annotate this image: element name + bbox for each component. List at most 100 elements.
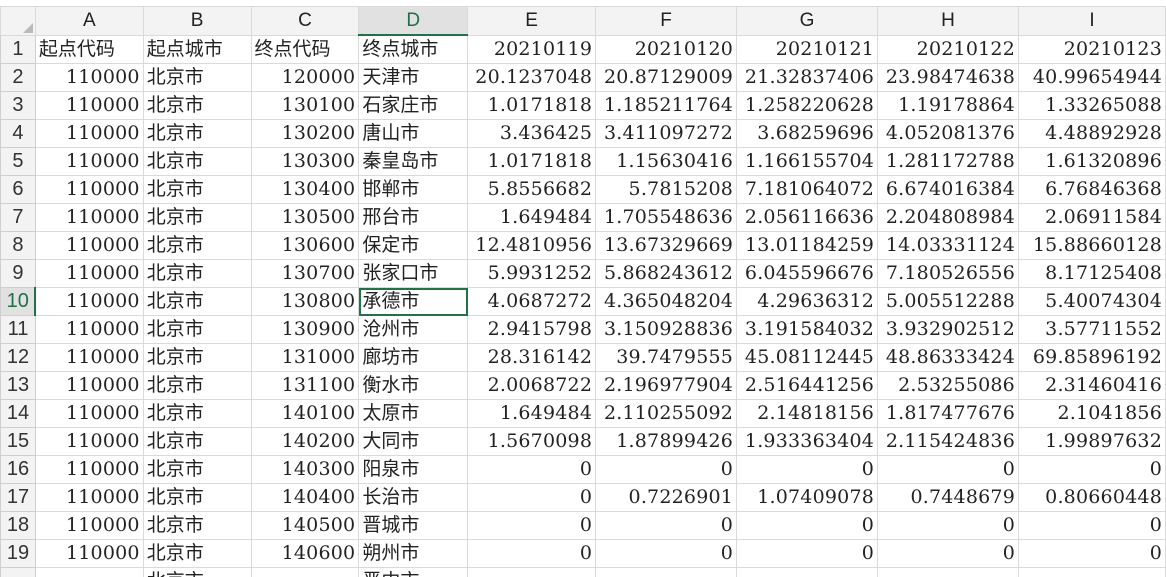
column-header-b[interactable]: B: [142, 6, 252, 36]
cell[interactable]: 北京市: [142, 567, 252, 577]
cell[interactable]: 天津市: [358, 63, 469, 92]
cell[interactable]: 120000: [250, 63, 360, 92]
row-header[interactable]: 11: [0, 315, 36, 344]
cell[interactable]: 起点城市: [142, 34, 252, 64]
cell[interactable]: 140500: [250, 511, 360, 540]
cell[interactable]: 4.48892928: [1017, 119, 1166, 148]
cell[interactable]: 40.99654944: [1017, 63, 1166, 92]
cell[interactable]: 4.052081376: [877, 119, 1019, 148]
cell[interactable]: 110000: [34, 343, 144, 372]
row-header[interactable]: 13: [0, 371, 36, 400]
cell[interactable]: 6.045596676: [736, 259, 879, 288]
column-header-i[interactable]: I: [1017, 6, 1166, 36]
cell[interactable]: 2.53255086: [877, 371, 1019, 400]
cell[interactable]: 20.87129009: [595, 63, 738, 92]
cell[interactable]: 1.99897632: [1017, 427, 1166, 456]
cell[interactable]: 130500: [250, 203, 360, 232]
row-header[interactable]: 14: [0, 399, 36, 428]
cell[interactable]: 0: [736, 511, 879, 540]
cell[interactable]: 北京市: [142, 231, 252, 260]
cell[interactable]: 140100: [250, 399, 360, 428]
cell[interactable]: 保定市: [358, 231, 469, 260]
cell[interactable]: 阳泉市: [358, 455, 469, 484]
cell[interactable]: 110000: [34, 399, 144, 428]
column-header-d[interactable]: D: [358, 6, 469, 36]
cell[interactable]: 北京市: [142, 287, 252, 316]
cell[interactable]: 终点代码: [250, 34, 360, 64]
cell[interactable]: 5.40074304: [1017, 287, 1166, 316]
cell[interactable]: 110000: [34, 91, 144, 120]
cell[interactable]: 20210121: [736, 34, 879, 64]
cell[interactable]: 131000: [250, 343, 360, 372]
cell[interactable]: 北京市: [142, 399, 252, 428]
cell[interactable]: 110000: [34, 147, 144, 176]
cell[interactable]: 1.185211764: [595, 91, 738, 120]
cell[interactable]: 20.1237048: [467, 63, 597, 92]
cell[interactable]: 2.110255092: [595, 399, 738, 428]
cell[interactable]: 2.115424836: [877, 427, 1019, 456]
cell[interactable]: 110000: [34, 371, 144, 400]
cell[interactable]: 0.80660448: [1017, 483, 1166, 512]
cell[interactable]: 1.258220628: [736, 91, 879, 120]
cell[interactable]: 140200: [250, 427, 360, 456]
cell[interactable]: 北京市: [142, 511, 252, 540]
cell[interactable]: 2.1041856: [1017, 399, 1166, 428]
cell[interactable]: 3.932902512: [877, 315, 1019, 344]
cell[interactable]: 110000: [34, 175, 144, 204]
cell[interactable]: 0: [1017, 539, 1166, 568]
cell[interactable]: 15.88660128: [1017, 231, 1166, 260]
row-header[interactable]: 16: [0, 455, 36, 484]
cell[interactable]: 0: [1017, 511, 1166, 540]
cell[interactable]: 3.150928836: [595, 315, 738, 344]
cell[interactable]: 衡水市: [358, 371, 469, 400]
cell[interactable]: 110000: [34, 203, 144, 232]
cell[interactable]: 北京市: [142, 203, 252, 232]
cell[interactable]: 130100: [250, 91, 360, 120]
cell[interactable]: [1017, 567, 1166, 577]
cell[interactable]: 110000: [34, 455, 144, 484]
row-header[interactable]: 8: [0, 231, 36, 260]
cell[interactable]: 大同市: [358, 427, 469, 456]
cell[interactable]: 110000: [34, 119, 144, 148]
cell[interactable]: 14.03331124: [877, 231, 1019, 260]
row-header[interactable]: 17: [0, 483, 36, 512]
cell[interactable]: 8.17125408: [1017, 259, 1166, 288]
column-header-a[interactable]: A: [34, 6, 144, 36]
cell[interactable]: 110000: [34, 63, 144, 92]
row-header[interactable]: 7: [0, 203, 36, 232]
cell[interactable]: 晋中市: [358, 567, 469, 577]
select-all-corner[interactable]: [0, 6, 36, 36]
cell[interactable]: 终点城市: [358, 34, 469, 64]
cell[interactable]: 1.705548636: [595, 203, 738, 232]
cell[interactable]: 1.61320896: [1017, 147, 1166, 176]
cell[interactable]: 3.436425: [467, 119, 597, 148]
cell[interactable]: [250, 567, 360, 577]
row-header[interactable]: 4: [0, 119, 36, 148]
cell[interactable]: 131100: [250, 371, 360, 400]
cell[interactable]: 3.411097272: [595, 119, 738, 148]
cell[interactable]: 2.204808984: [877, 203, 1019, 232]
cell[interactable]: 4.0687272: [467, 287, 597, 316]
cell[interactable]: 3.57711552: [1017, 315, 1166, 344]
cell[interactable]: 140300: [250, 455, 360, 484]
cell[interactable]: 北京市: [142, 175, 252, 204]
cell[interactable]: 1.07409078: [736, 483, 879, 512]
cell[interactable]: 23.98474638: [877, 63, 1019, 92]
cell[interactable]: 110000: [34, 427, 144, 456]
cell[interactable]: 1.281172788: [877, 147, 1019, 176]
column-header-c[interactable]: C: [250, 6, 360, 36]
cell[interactable]: 20210120: [595, 34, 738, 64]
spreadsheet[interactable]: A B C D E F G H I 1 起点代码 起点城市 终点代码 终点城市 20210…: [0, 0, 1166, 577]
cell[interactable]: 1.15630416: [595, 147, 738, 176]
cell[interactable]: 2.0068722: [467, 371, 597, 400]
cell[interactable]: 3.68259696: [736, 119, 879, 148]
cell[interactable]: 21.32837406: [736, 63, 879, 92]
cell[interactable]: 20210122: [877, 34, 1019, 64]
cell[interactable]: 20210119: [467, 34, 597, 64]
cell[interactable]: 1.817477676: [877, 399, 1019, 428]
cell[interactable]: 1.0171818: [467, 91, 597, 120]
cell[interactable]: 0: [467, 455, 597, 484]
cell[interactable]: 2.9415798: [467, 315, 597, 344]
cell[interactable]: 13.01184259: [736, 231, 879, 260]
cell[interactable]: 晋城市: [358, 511, 469, 540]
